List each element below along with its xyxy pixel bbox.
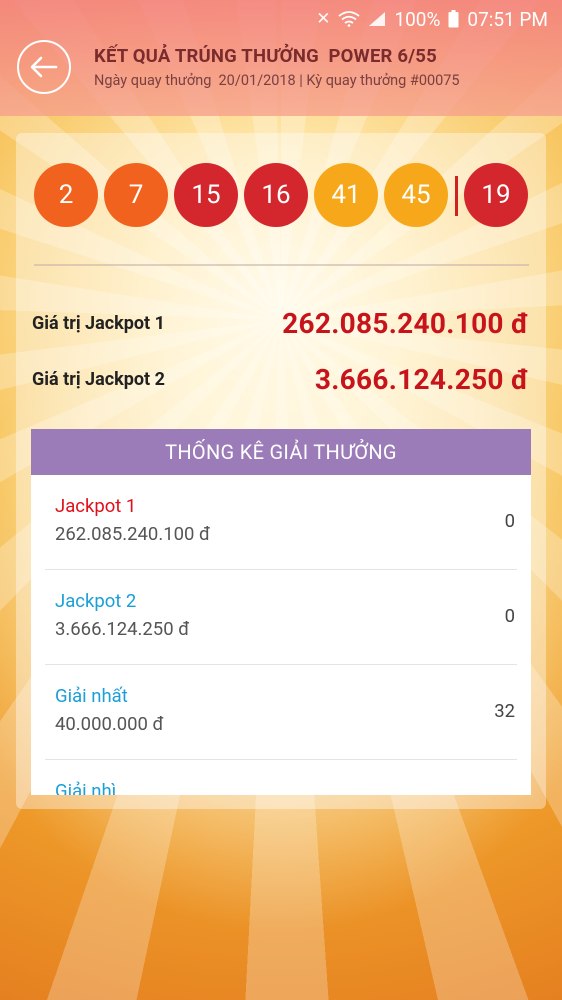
jackpot-2-label: Giá trị Jackpot 2 bbox=[32, 368, 165, 390]
divider bbox=[34, 264, 529, 266]
battery-level: 100% bbox=[394, 7, 441, 31]
draw-info: Ngày quay thưởng 20/01/2018 | Kỳ quay th… bbox=[94, 72, 460, 89]
signal-icon bbox=[369, 12, 386, 26]
results-card: 2 7 15 16 41 45 19 Giá trị Jackpot 1 262… bbox=[16, 133, 546, 809]
jackpot-2-row: Giá trị Jackpot 2 3.666.124.250 đ bbox=[32, 361, 529, 397]
number-ball: 7 bbox=[104, 163, 168, 227]
jackpot-1-label: Giá trị Jackpot 1 bbox=[32, 312, 165, 334]
arrow-left-icon bbox=[30, 56, 58, 78]
back-button[interactable] bbox=[17, 40, 71, 94]
power-separator bbox=[455, 176, 458, 216]
winner-count: 32 bbox=[494, 700, 515, 722]
statistics-header: THỐNG KÊ GIẢI THƯỞNG bbox=[31, 429, 531, 475]
battery-icon bbox=[448, 10, 459, 28]
clock: 07:51 PM bbox=[467, 7, 548, 31]
number-ball: 2 bbox=[34, 163, 98, 227]
prize-row: Giải nhất 40.000.000 đ 32 bbox=[45, 665, 517, 760]
winner-count: 0 bbox=[504, 605, 515, 627]
jackpot-1-row: Giá trị Jackpot 1 262.085.240.100 đ bbox=[32, 305, 529, 341]
winning-numbers: 2 7 15 16 41 45 19 bbox=[34, 163, 529, 233]
prize-row: Jackpot 2 3.666.124.250 đ 0 bbox=[45, 570, 517, 665]
prize-statistics[interactable]: THỐNG KÊ GIẢI THƯỞNG Jackpot 1 262.085.2… bbox=[31, 429, 531, 795]
prize-name: Giải nhì bbox=[55, 780, 117, 795]
prize-amount: 262.085.240.100 đ bbox=[55, 523, 211, 545]
wifi-icon bbox=[338, 11, 360, 27]
number-ball: 16 bbox=[244, 163, 308, 227]
number-ball: 41 bbox=[314, 163, 378, 227]
page-title: KẾT QUẢ TRÚNG THƯỞNG POWER 6/55 bbox=[94, 45, 437, 67]
number-ball: 45 bbox=[384, 163, 448, 227]
prize-amount: 3.666.124.250 đ bbox=[55, 618, 190, 640]
prize-row: Giải nhì bbox=[45, 760, 517, 795]
prize-name: Giải nhất bbox=[55, 685, 128, 707]
jackpot-1-value: 262.085.240.100 đ bbox=[282, 306, 529, 340]
mute-icon: ✕ bbox=[316, 9, 331, 29]
prize-amount: 40.000.000 đ bbox=[55, 713, 164, 735]
prize-name: Jackpot 1 bbox=[55, 495, 137, 517]
prize-row: Jackpot 1 262.085.240.100 đ 0 bbox=[45, 475, 517, 570]
prize-name: Jackpot 2 bbox=[55, 590, 137, 612]
status-bar: ✕ 100% 07:51 PM bbox=[0, 0, 562, 38]
jackpot-2-value: 3.666.124.250 đ bbox=[314, 362, 529, 396]
power-ball: 19 bbox=[464, 163, 528, 227]
number-ball: 15 bbox=[174, 163, 238, 227]
winner-count: 0 bbox=[504, 510, 515, 532]
